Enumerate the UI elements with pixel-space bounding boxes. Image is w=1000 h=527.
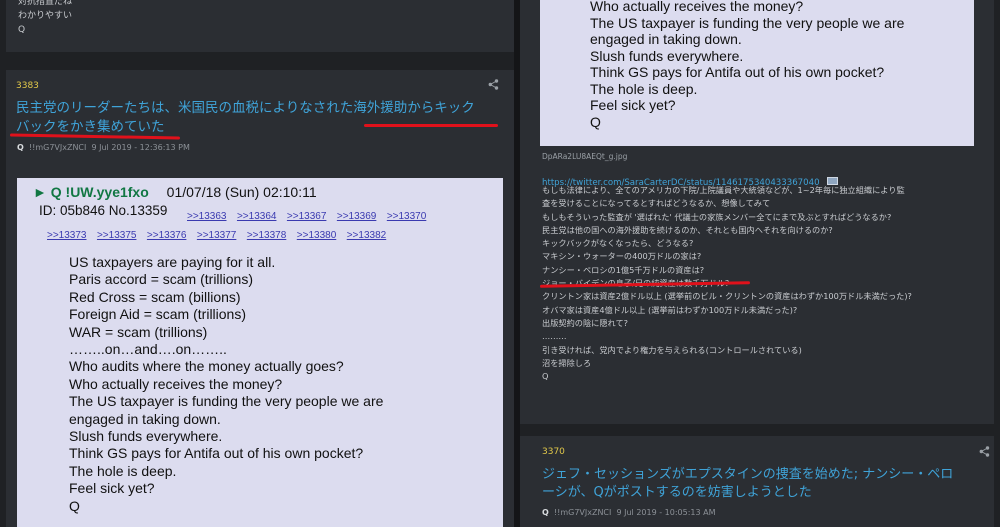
post-card-quote-tail: Who actually receives the money? The US … [520, 0, 994, 424]
post-date: 9 Jul 2019 - 12:36:13 PM [91, 143, 190, 152]
quote-line: US taxpayers are paying for it all. [69, 254, 276, 270]
post-title-line1[interactable]: ジェフ・セッションズがエプスタインの捜査を始めた; ナンシー・ペロ [542, 465, 953, 484]
post-author: Q [17, 143, 24, 152]
quote-line: Slush funds everywhere. [590, 47, 744, 64]
quoted-post: ► Q !UW.yye1fxo 01/07/18 (Sun) 02:10:11 … [17, 178, 503, 527]
body-line: 民主党は他の国への海外援助を続けるのか、それとも国内へそれを向けるのか? [542, 224, 833, 235]
right-panel: Who actually receives the money? The US … [520, 0, 1000, 527]
previous-post-line: わかりやすい [18, 11, 73, 21]
quote-replies-row2: >>13373 >>13375 >>13376 >>13377 >>13378 … [47, 225, 386, 243]
quote-line: Paris accord = scam (trillions) [69, 271, 253, 288]
quote-line: Who actually receives the money? [69, 375, 283, 392]
quote-id-line: ID: 05b846 No.13359 [39, 203, 168, 218]
post-meta: Q !!mG7VJxZNCI 9 Jul 2019 - 12:36:13 PM [17, 143, 190, 152]
post-trip: !!mG7VJxZNCI [28, 143, 87, 152]
reply-link[interactable]: >>13378 [247, 230, 287, 241]
reply-link[interactable]: >>13382 [347, 230, 387, 241]
quote-line: Who actually receives the money? [590, 0, 804, 14]
quote-line: engaged in taking down. [590, 31, 742, 47]
body-line: 沼を掃除しろ [542, 357, 592, 368]
quote-line: Who audits where the money actually goes… [69, 358, 344, 375]
reply-link[interactable]: >>13369 [337, 211, 377, 222]
body-line: オバマ家は資産4億ドル以上 (選挙前はわずか100万ドル未満だった)? [542, 304, 798, 315]
previous-post-card: 対抗措置だね わかりやすい Q [6, 0, 514, 52]
body-line: 引き受ければ、党内でより権力を与えられる(コントロールされている) [542, 344, 802, 355]
body-line: もしも法律により、全てのアメリカの下院/上院議員や大統領などが、1~2年毎に独立… [542, 185, 905, 195]
body-line: マキシン・ウォーターの400万ドルの家は? [542, 251, 702, 262]
quote-line: Foreign Aid = scam (trillions) [69, 306, 247, 323]
quote-line: The US taxpayer is funding the very peop… [69, 393, 384, 410]
quote-line: Feel sick yet? [590, 97, 676, 113]
body-line: Q [542, 371, 549, 382]
post-author: Q [542, 508, 549, 517]
reply-link[interactable]: >>13377 [197, 230, 237, 241]
body-line: キックバックがなくなったら、どうなる? [542, 238, 694, 249]
reply-link[interactable]: >>13376 [147, 230, 187, 241]
share-icon[interactable] [488, 79, 499, 93]
previous-post-line: Q [18, 25, 26, 35]
quote-line: The hole is deep. [590, 80, 698, 97]
previous-post-line: 対抗措置だね [18, 0, 73, 7]
post-date: 9 Jul 2019 - 10:05:13 AM [616, 508, 716, 517]
red-underline-annotation [364, 124, 498, 127]
post-card-3370: 3370 ジェフ・セッションズがエプスタインの捜査を始めた; ナンシー・ペロ ー… [520, 436, 994, 527]
reply-link[interactable]: >>13367 [287, 211, 327, 222]
body-line: もしもそういった監査が '選ばれた' 代議士の家族メンバー全てにまで及ぶとすれば… [542, 211, 892, 222]
post-trip: !!mG7VJxZNCI [553, 508, 612, 517]
reply-link[interactable]: >>13363 [187, 211, 227, 222]
quote-line: Q [69, 497, 80, 514]
quoted-post-tail: Who actually receives the money? The US … [540, 0, 974, 146]
post-card-3383: 3383 民主党のリーダーたちは、米国民の血税によりなされた海外援助からキック … [6, 70, 514, 527]
quote-header: ► Q !UW.yye1fxo 01/07/18 (Sun) 02:10:11 [33, 184, 317, 200]
quote-line: Think GS pays for Antifa out of his own … [590, 64, 885, 80]
quote-line: WAR = scam (trillions) [69, 323, 208, 340]
image-filename[interactable]: DpARa2LU8AEQt_g.jpg [542, 152, 627, 161]
post-title-line1[interactable]: 民主党のリーダーたちは、米国民の血税によりなされた海外援助からキック [16, 99, 475, 118]
quote-datetime: 01/07/18 (Sun) 02:10:11 [166, 184, 317, 200]
reply-link[interactable]: >>13373 [47, 230, 87, 241]
reply-link[interactable]: >>13380 [297, 230, 337, 241]
reply-link[interactable]: >>13370 [387, 211, 427, 222]
body-line: ……… [542, 331, 567, 342]
quote-line: The US taxpayer is funding the very peop… [590, 14, 905, 31]
body-line: クリントン家は資産2億ドル以上 (選挙前のビル・クリントンの資産はわずか100万… [542, 291, 912, 302]
post-meta: Q !!mG7VJxZNCI 9 Jul 2019 - 10:05:13 AM [542, 508, 716, 517]
quote-line: engaged in taking down. [69, 410, 221, 427]
left-panel: 対抗措置だね わかりやすい Q 3383 民主党のリーダーたちは、米国民の血税に… [0, 0, 514, 527]
quote-author-trip[interactable]: ► Q !UW.yye1fxo [33, 184, 149, 200]
reply-link[interactable]: >>13364 [237, 211, 277, 222]
body-line: 査を受けることになってるとすればどうなるか、想像してみて [542, 198, 771, 209]
quote-replies-row1: >>13363 >>13364 >>13367 >>13369 >>13370 [187, 206, 426, 224]
post-number[interactable]: 3370 [542, 447, 565, 457]
body-line: 出版契約の陰に隠れて? [542, 317, 628, 328]
quote-line: Red Cross = scam (billions) [69, 288, 241, 305]
reply-link[interactable]: >>13375 [97, 230, 137, 241]
body-line: ナンシー・ペロシの1億5千万ドルの資産は? [542, 264, 705, 275]
post-number[interactable]: 3383 [16, 81, 39, 91]
quote-line: Feel sick yet? [69, 480, 155, 497]
quote-body: US taxpayers are paying for it all. Pari… [69, 254, 383, 515]
quote-line: Slush funds everywhere. [69, 428, 223, 445]
share-icon[interactable] [979, 446, 990, 460]
quote-line: Think GS pays for Antifa out of his own … [69, 445, 364, 462]
post-title-line2[interactable]: ーシが、Qがポストするのを妨害しようとした [542, 483, 812, 502]
quote-tail-body: Who actually receives the money? The US … [590, 0, 904, 130]
quote-line: ……..on…and….on…….. [69, 341, 227, 358]
quote-line: The hole is deep. [69, 462, 177, 479]
quote-line: Q [590, 113, 601, 130]
